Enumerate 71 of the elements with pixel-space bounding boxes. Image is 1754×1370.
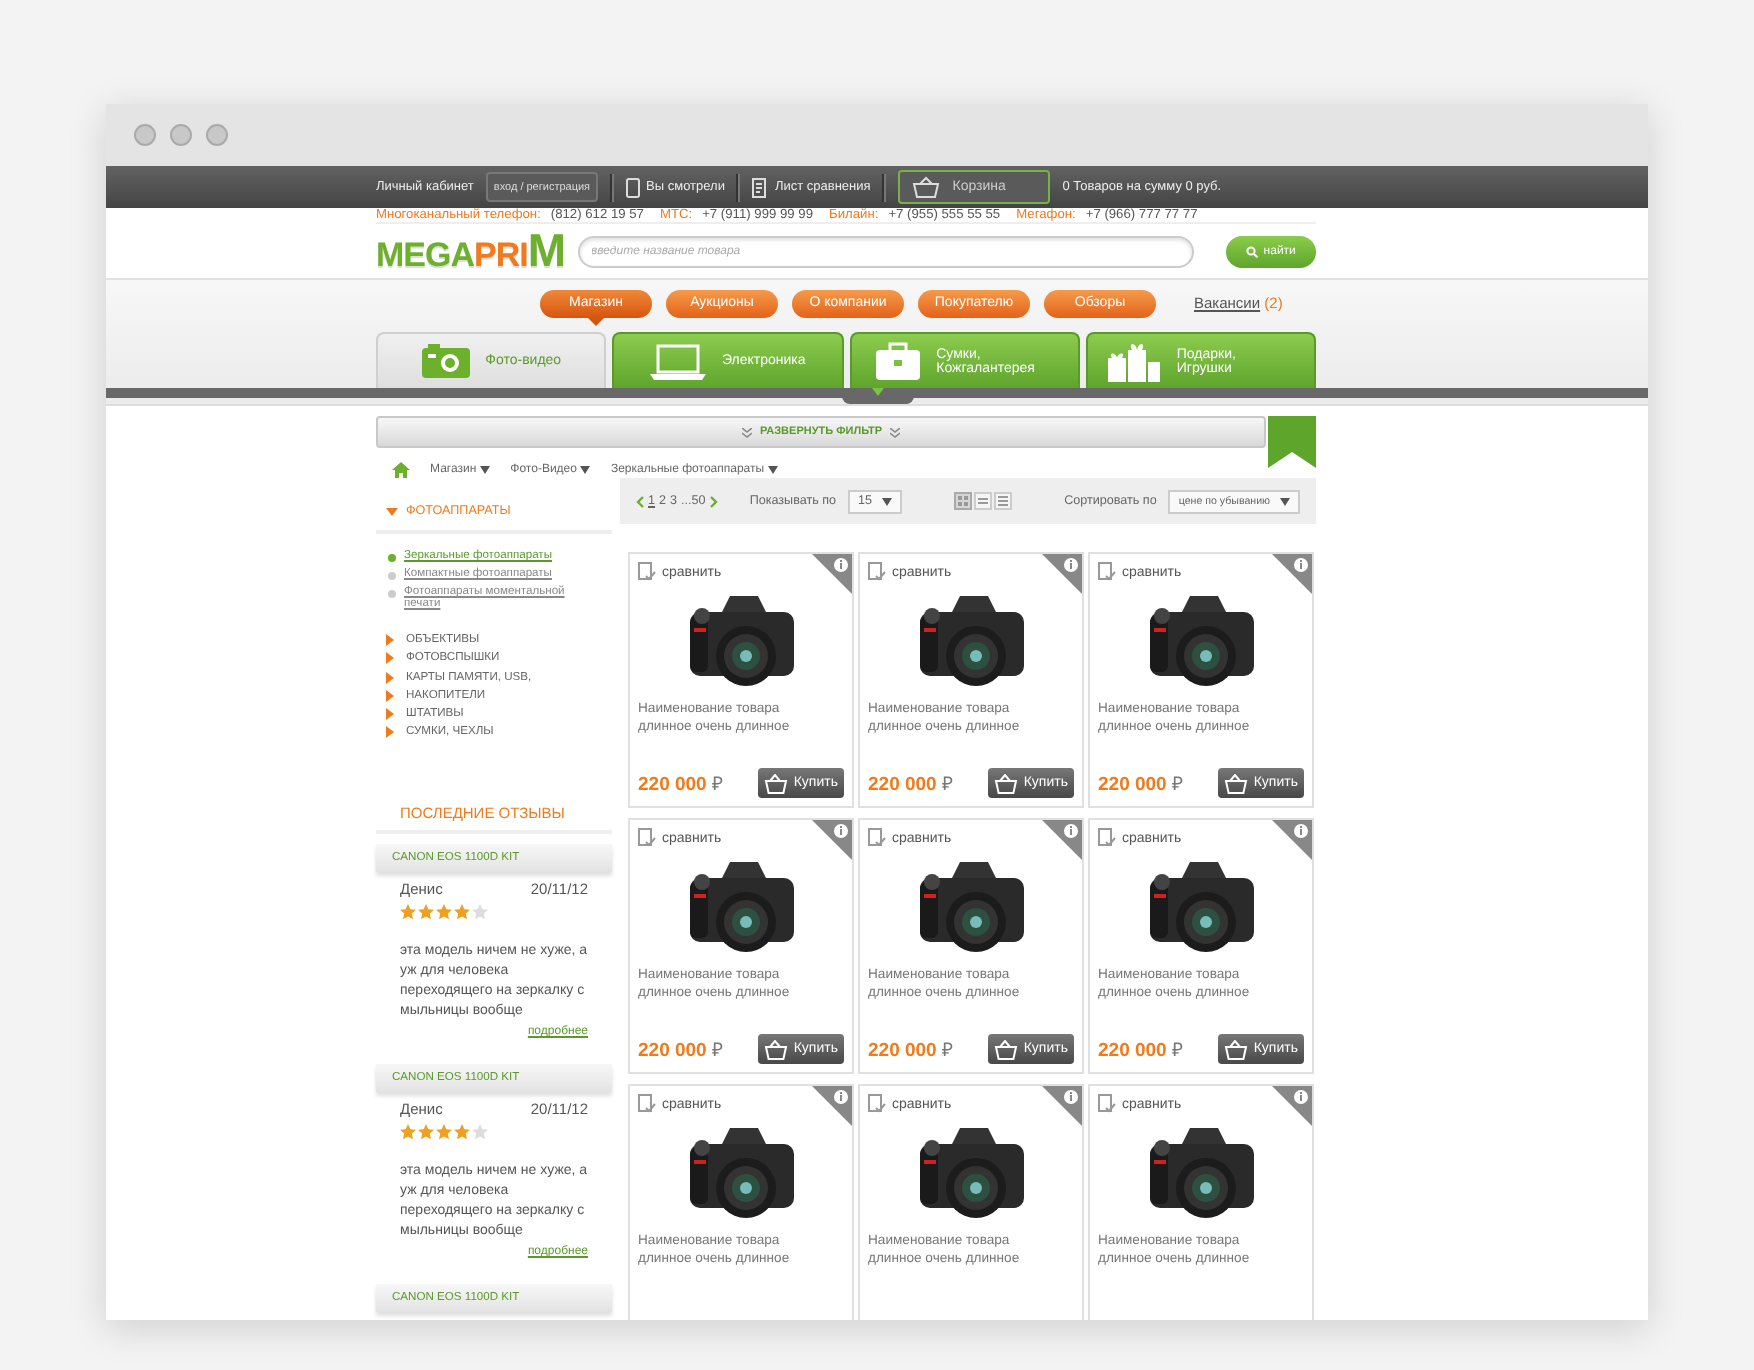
basket-icon [993, 1039, 1020, 1059]
table-view-button[interactable] [994, 492, 1013, 510]
briefcase-icon [876, 342, 921, 380]
checklist-icon [1098, 1094, 1116, 1114]
list-view-button[interactable] [974, 492, 993, 510]
corner-info-icon[interactable] [1042, 554, 1082, 594]
price: 220 000 ₽ [1098, 1038, 1184, 1062]
lines-icon [996, 494, 1011, 508]
corner-info-icon[interactable] [1042, 1086, 1082, 1126]
basket-icon [763, 773, 790, 793]
basket-icon [1223, 773, 1250, 793]
camera-drawing [1145, 1124, 1257, 1220]
price: 220 000 ₽ [1098, 772, 1184, 796]
checklist-icon [638, 562, 656, 582]
pointer-triangle-icon [588, 317, 604, 325]
search-icon [1245, 245, 1258, 257]
window-button[interactable] [170, 124, 192, 146]
list-icon [976, 494, 991, 508]
chevron-left-icon[interactable] [636, 495, 644, 507]
window-button[interactable] [206, 124, 228, 146]
camera-drawing [915, 1124, 1027, 1220]
corner-info-icon[interactable] [1272, 820, 1312, 860]
logo[interactable]: MEGAPRIM [376, 224, 566, 278]
caret-icon [580, 466, 591, 474]
bookmark-ribbon [1268, 416, 1316, 468]
gift-boxes-icon [1108, 341, 1161, 381]
chevron-right-icon[interactable] [709, 495, 718, 507]
corner-info-icon[interactable] [1042, 820, 1082, 860]
caret-icon [768, 466, 779, 474]
grid-view-button[interactable] [954, 492, 973, 510]
corner-info-icon[interactable] [812, 820, 852, 860]
down-triangle-icon [871, 388, 883, 396]
grid-icon [956, 494, 971, 508]
checklist-icon [1098, 562, 1116, 582]
double-chevron-icon [890, 427, 901, 437]
checklist-icon [638, 828, 656, 848]
camera-drawing [685, 1124, 797, 1220]
camera-drawing [685, 858, 797, 954]
home-icon[interactable] [392, 462, 410, 478]
corner-info-icon[interactable] [812, 1086, 852, 1126]
down-triangle-icon [386, 507, 398, 515]
basket-icon [1223, 1039, 1250, 1059]
basket-icon [993, 773, 1020, 793]
price: 220 000 ₽ [868, 1038, 954, 1062]
checklist-icon [868, 1094, 886, 1114]
basket-icon [912, 176, 941, 198]
laptop-icon [649, 343, 706, 379]
phone-icon [626, 177, 641, 197]
camera-drawing [1145, 592, 1257, 688]
checklist-icon [638, 1094, 656, 1114]
window-button[interactable] [134, 124, 156, 146]
caret-icon [1280, 497, 1291, 505]
caret-icon [882, 497, 893, 505]
corner-info-icon[interactable] [1272, 1086, 1312, 1126]
corner-info-icon[interactable] [1272, 554, 1312, 594]
caret-icon [480, 466, 491, 474]
corner-info-icon[interactable] [812, 554, 852, 594]
checklist-icon [868, 828, 886, 848]
checklist-icon [1098, 828, 1116, 848]
checklist-icon [868, 562, 886, 582]
double-chevron-icon [741, 427, 752, 437]
camera-drawing [685, 592, 797, 688]
camera-drawing [915, 858, 1027, 954]
document-icon [752, 177, 769, 197]
camera-icon [421, 344, 470, 378]
price: 220 000 ₽ [868, 772, 954, 796]
camera-drawing [915, 592, 1027, 688]
price: 220 000 ₽ [638, 1038, 724, 1062]
price: 220 000 ₽ [638, 772, 724, 796]
camera-drawing [1145, 858, 1257, 954]
basket-icon [763, 1039, 790, 1059]
